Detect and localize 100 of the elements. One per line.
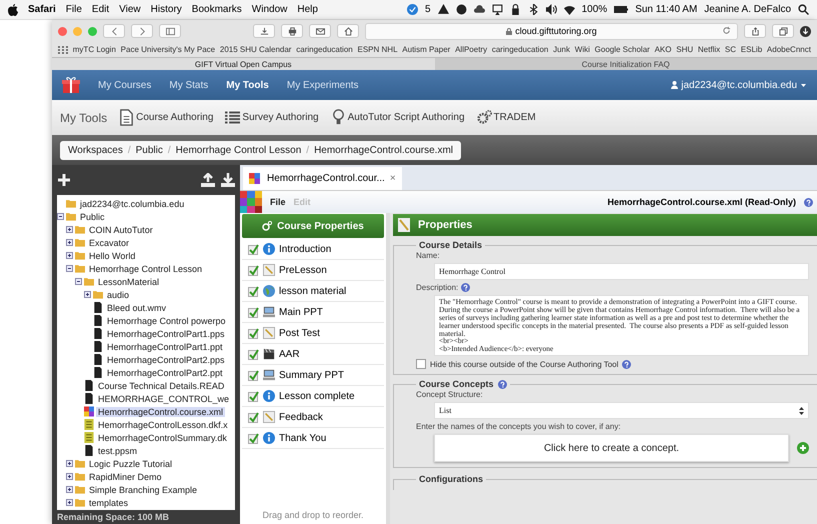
- editor-tab[interactable]: HemorrhageControl.cour... ×: [243, 167, 402, 190]
- forward-button[interactable]: [131, 24, 153, 38]
- back-button[interactable]: [103, 24, 125, 38]
- help-icon[interactable]: [804, 198, 813, 206]
- bookmark-link[interactable]: Pace University's My Pace: [120, 45, 216, 54]
- bookmark-link[interactable]: Junk: [553, 45, 570, 54]
- expand-icon[interactable]: [66, 460, 73, 467]
- course-object-item[interactable]: Summary PPT: [242, 365, 384, 386]
- cloud-icon[interactable]: [474, 4, 485, 15]
- tree-item[interactable]: Bleed out.wmv: [105, 302, 168, 312]
- object-label[interactable]: Thank You: [279, 432, 326, 444]
- name-field[interactable]: Hemorrhage Control: [434, 263, 809, 280]
- menu-item[interactable]: Edit: [92, 4, 110, 15]
- share-button[interactable]: [744, 24, 766, 38]
- nav-link[interactable]: My Courses: [98, 80, 152, 90]
- object-label[interactable]: Post Test: [279, 328, 320, 338]
- add-icon[interactable]: [797, 442, 809, 454]
- bookmark-link[interactable]: Wiki: [574, 45, 590, 54]
- tool-link[interactable]: TRADEM: [476, 109, 536, 126]
- tree-item[interactable]: Course Technical Details.READ: [96, 380, 226, 390]
- tab-title[interactable]: HemorrhageControl.cour...: [267, 173, 385, 184]
- grid-icon[interactable]: [58, 46, 68, 54]
- plus-icon[interactable]: [57, 173, 71, 187]
- menu-item[interactable]: Bookmarks: [192, 4, 242, 15]
- browser-tab[interactable]: Course Initialization FAQ: [434, 57, 817, 70]
- bookmark-link[interactable]: caringeducation: [296, 45, 353, 54]
- menu-item[interactable]: Help: [297, 4, 318, 15]
- download-icon[interactable]: [221, 173, 235, 187]
- tree-item[interactable]: templates: [87, 498, 130, 508]
- checkbox[interactable]: [248, 306, 259, 318]
- home-button[interactable]: [337, 24, 359, 38]
- sidebar-button[interactable]: [159, 24, 181, 38]
- tree-item[interactable]: Simple Branching Example: [87, 484, 200, 494]
- object-label[interactable]: Feedback: [279, 412, 323, 422]
- menu-item[interactable]: File: [66, 4, 82, 15]
- tree-item[interactable]: audio: [105, 290, 132, 300]
- menu-item[interactable]: Window: [252, 4, 288, 15]
- checkbox[interactable]: [248, 348, 259, 360]
- expand-icon[interactable]: [66, 499, 73, 506]
- address-bar[interactable]: cloud.gifttutoring.org: [365, 22, 738, 40]
- tree-item[interactable]: HemorrhageControl.course.xml: [96, 406, 226, 416]
- course-object-item[interactable]: Lesson complete: [242, 386, 384, 407]
- collapse-icon[interactable]: [57, 213, 64, 220]
- breadcrumb-link[interactable]: Hemorrhage Control Lesson: [176, 144, 302, 156]
- course-object-item[interactable]: Thank You: [242, 428, 384, 449]
- lock-icon[interactable]: [510, 4, 521, 15]
- expand-icon[interactable]: [66, 252, 73, 259]
- tree-item[interactable]: HemorrhageControlPart1.ppt: [105, 342, 225, 352]
- checkmark-badge-icon[interactable]: [407, 4, 418, 15]
- bookmark-link[interactable]: Google Scholar: [594, 45, 650, 54]
- tree-item[interactable]: HEMORRHAGE_CONTROL_we: [96, 394, 232, 404]
- tree-item[interactable]: HemorrhageControlSummary.dk: [96, 432, 229, 442]
- checkbox[interactable]: [248, 370, 259, 380]
- menu-item[interactable]: File: [270, 197, 286, 207]
- reload-icon[interactable]: [722, 26, 731, 34]
- object-label[interactable]: Summary PPT: [279, 370, 344, 380]
- expand-icon[interactable]: [66, 226, 73, 233]
- object-label[interactable]: Lesson complete: [279, 390, 355, 402]
- checkbox[interactable]: [248, 286, 259, 296]
- battery-icon[interactable]: [614, 4, 628, 15]
- menu-item[interactable]: Safari: [28, 4, 56, 15]
- checkbox[interactable]: [248, 328, 259, 338]
- search-icon[interactable]: [798, 4, 809, 15]
- course-object-item[interactable]: Main PPT: [242, 302, 384, 323]
- checkbox[interactable]: [248, 412, 259, 422]
- create-concept-button[interactable]: Click here to create a concept.: [434, 434, 789, 462]
- circle-icon[interactable]: [456, 4, 467, 15]
- bookmark-link[interactable]: AllPoetry: [455, 45, 488, 54]
- bookmark-link[interactable]: 2015 SHU Calendar: [220, 45, 292, 54]
- course-object-item[interactable]: Feedback: [242, 407, 384, 428]
- bluetooth-icon[interactable]: [528, 4, 539, 15]
- expand-icon[interactable]: [84, 291, 91, 298]
- bookmark-link[interactable]: SHU: [676, 45, 694, 54]
- expand-icon[interactable]: [66, 486, 73, 493]
- tree-item[interactable]: test.ppsm: [96, 446, 140, 456]
- nav-link[interactable]: My Experiments: [286, 80, 359, 90]
- print-button[interactable]: [281, 24, 303, 38]
- bookmark-link[interactable]: SC: [724, 45, 736, 54]
- course-object-item[interactable]: lesson material: [242, 281, 384, 302]
- tree-item[interactable]: HemorrhageControlPart1.pps: [105, 328, 227, 338]
- close-tab-button[interactable]: ×: [390, 173, 396, 184]
- tree-item[interactable]: Excavator: [87, 238, 132, 248]
- nav-link[interactable]: My Stats: [169, 80, 208, 90]
- expand-icon[interactable]: [66, 239, 73, 246]
- tool-link[interactable]: Survey Authoring: [225, 109, 319, 126]
- checkbox-label[interactable]: Hide this course outside of the Course Authoring Tool: [430, 360, 618, 369]
- tree-item[interactable]: Public: [78, 212, 107, 222]
- menu-item[interactable]: View: [119, 4, 141, 15]
- checkbox[interactable]: [248, 264, 259, 276]
- tabs-button[interactable]: [772, 24, 794, 38]
- course-object-item[interactable]: Post Test: [242, 323, 384, 344]
- browser-tab[interactable]: GIFT Virtual Open Campus: [52, 57, 434, 70]
- checkbox[interactable]: [416, 359, 426, 370]
- account-menu[interactable]: jad2234@tc.columbia.edu: [671, 80, 807, 90]
- user-name[interactable]: Jeanine A. DeFalco: [704, 4, 791, 15]
- expand-icon[interactable]: [66, 473, 73, 480]
- object-label[interactable]: Main PPT: [279, 306, 323, 318]
- checkbox[interactable]: [248, 244, 259, 254]
- object-label[interactable]: Introduction: [279, 244, 332, 254]
- tree-item[interactable]: Logic Puzzle Tutorial: [87, 458, 174, 468]
